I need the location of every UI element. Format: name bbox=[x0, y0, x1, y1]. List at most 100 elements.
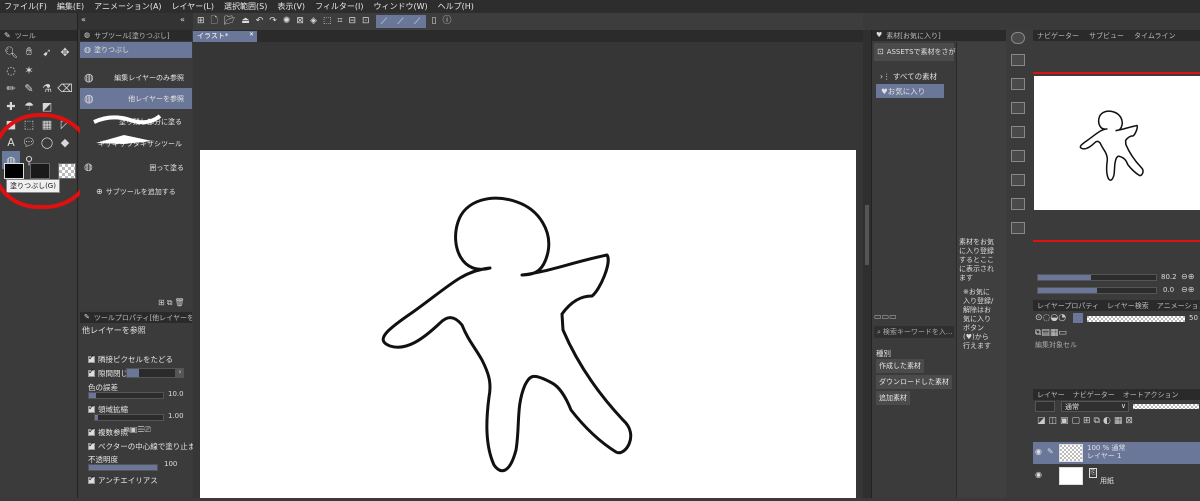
sub-tool-item[interactable]: ◍ 編集レイヤーのみ参照 bbox=[80, 67, 192, 88]
zoom-slider[interactable] bbox=[1037, 274, 1157, 281]
hand-tool-icon[interactable]: ✋︎ bbox=[20, 43, 38, 61]
canvas-tab[interactable]: イラスト* ✕ bbox=[193, 31, 257, 42]
snap-grid-icon[interactable]: ⟋ bbox=[414, 17, 420, 27]
snap-ruler-icon[interactable]: ⟋ bbox=[381, 17, 387, 27]
history-icon[interactable] bbox=[1011, 102, 1025, 114]
tab-animation[interactable]: アニメーション bbox=[1157, 301, 1200, 311]
add-sub-tool-button[interactable]: ⊕ サブツールを追加する bbox=[96, 187, 176, 197]
multi-ref-row[interactable]: 複数参照 bbox=[88, 426, 128, 438]
menu-filter[interactable]: フィルター(I) bbox=[315, 1, 363, 12]
menu-selection[interactable]: 選択範囲(S) bbox=[224, 1, 267, 12]
sub-tool-item[interactable]: ◍ 囲って塗る bbox=[80, 157, 192, 178]
item-bank-icon[interactable] bbox=[1011, 198, 1025, 210]
close-gap-row[interactable]: 隙間閉じ bbox=[88, 367, 128, 379]
fill-command-icon[interactable]: ◈ bbox=[310, 17, 317, 26]
menu-view[interactable]: 表示(V) bbox=[277, 1, 305, 12]
app-icon[interactable]: ⊞ bbox=[197, 17, 205, 26]
all-materials-item[interactable]: ›⋮ すべての素材 bbox=[880, 71, 937, 82]
menu-layer[interactable]: レイヤー(L) bbox=[172, 1, 214, 12]
menu-edit[interactable]: 編集(E) bbox=[57, 1, 84, 12]
close-icon[interactable]: ✕ bbox=[249, 31, 254, 38]
transform-icon[interactable]: ⬚ bbox=[323, 17, 332, 26]
added-materials-button[interactable]: 追加素材 bbox=[876, 391, 910, 405]
tab-navigator[interactable]: ナビゲーター bbox=[1037, 31, 1079, 41]
blend-mode-select[interactable]: 通常 ∨ bbox=[1061, 401, 1129, 412]
created-materials-button[interactable]: 作成した素材 bbox=[876, 359, 924, 373]
paper[interactable] bbox=[200, 150, 856, 498]
new-file-icon[interactable]: 🗋︎ bbox=[211, 17, 218, 26]
eraser-tool-icon[interactable]: ⌫ bbox=[56, 79, 74, 97]
material-icon[interactable] bbox=[1011, 78, 1025, 90]
canvas-scrollbar[interactable] bbox=[863, 30, 871, 498]
area-scaling-slider[interactable] bbox=[94, 414, 164, 421]
magic-wand-icon[interactable]: ✶ bbox=[20, 61, 38, 79]
tab-auto-action[interactable]: オートアクション bbox=[1123, 390, 1179, 400]
close-gap-checkbox[interactable] bbox=[88, 367, 95, 377]
menu-file[interactable]: ファイル(F) bbox=[4, 1, 47, 12]
antialias-checkbox[interactable] bbox=[88, 474, 95, 484]
menu-help[interactable]: ヘルプ(H) bbox=[438, 1, 474, 12]
color-margin-slider[interactable] bbox=[88, 392, 164, 399]
tab-timeline[interactable]: タイムライン bbox=[1134, 31, 1176, 41]
snap-toggle-group[interactable]: ⟋ ⟋ ⟋ bbox=[375, 15, 426, 28]
tab-navigator-2[interactable]: ナビゲーター bbox=[1073, 390, 1115, 400]
timeline-icon[interactable] bbox=[1011, 222, 1025, 234]
sub-tool-item[interactable]: 塗り残し部分に塗る bbox=[80, 111, 192, 132]
select-all-icon[interactable]: ⌗ bbox=[337, 17, 342, 26]
object-tool-icon[interactable]: ➹ bbox=[38, 43, 56, 61]
redo-icon[interactable]: ↷ bbox=[269, 17, 277, 26]
layer-opacity-bar[interactable] bbox=[1133, 404, 1199, 409]
eye-icon[interactable]: ◉ bbox=[1035, 448, 1042, 456]
pen-lock-icon[interactable]: ✎ bbox=[1047, 448, 1054, 456]
close-gap-selector[interactable] bbox=[126, 368, 176, 378]
material-view-icons[interactable]: ▭▭▭ bbox=[874, 312, 897, 321]
multi-ref-checkbox[interactable] bbox=[88, 426, 95, 436]
layer-toolbar-icons[interactable]: ◪◫▣▢⊞⧉◐▦⊠ bbox=[1037, 416, 1136, 426]
layer-icon[interactable] bbox=[1011, 54, 1025, 66]
layer-mask-icons[interactable]: ⧉▤▦▭ bbox=[1035, 328, 1067, 338]
material-search-input[interactable]: ⌕ 検索キーワードを入... bbox=[874, 326, 954, 338]
pen-tool-icon[interactable]: ✏ bbox=[2, 79, 20, 97]
chevron-right-icon[interactable]: › bbox=[176, 368, 184, 378]
canvas-area[interactable] bbox=[193, 42, 863, 498]
expand-icon[interactable]: « bbox=[180, 16, 185, 24]
tablet-icon[interactable]: ▯ bbox=[432, 17, 437, 26]
eye-icon[interactable]: ◉ bbox=[1035, 471, 1042, 479]
tab-layer-property[interactable]: レイヤープロパティ bbox=[1037, 301, 1099, 311]
layer-row-selected[interactable]: ◉ ✎ 100 % 通常 レイヤー 1 bbox=[1033, 442, 1200, 464]
sub-tool-footer-icons[interactable]: ⊞⧉🗑︎ bbox=[158, 298, 187, 308]
sub-tool-group-tab[interactable]: ◍ 塗りつぶし bbox=[80, 42, 192, 58]
subview-icon[interactable] bbox=[1011, 150, 1025, 162]
antialias-row[interactable]: アンチエイリアス bbox=[88, 474, 158, 486]
menu-animation[interactable]: アニメーション(A) bbox=[94, 1, 161, 12]
area-scaling-checkbox[interactable] bbox=[88, 403, 95, 413]
move-tool-icon[interactable]: ✥ bbox=[56, 43, 74, 61]
help-icon[interactable]: ⓘ bbox=[443, 17, 452, 26]
loading-icon[interactable]: ✺ bbox=[283, 17, 291, 26]
snap-special-icon[interactable]: ⟋ bbox=[397, 17, 403, 27]
vector-stop-checkbox[interactable] bbox=[88, 440, 95, 450]
deselect-icon[interactable]: ⊟ bbox=[348, 17, 356, 26]
assets-button[interactable]: ⊡ ASSETSで素材をさがす bbox=[874, 43, 963, 61]
lasso-tool-icon[interactable]: ◌ bbox=[2, 61, 20, 79]
adjacent-checkbox[interactable] bbox=[88, 353, 95, 363]
tab-subview[interactable]: サブビュー bbox=[1089, 31, 1124, 41]
downloaded-materials-button[interactable]: ダウンロードした素材 bbox=[876, 375, 952, 389]
color-wheel-icon[interactable] bbox=[1011, 32, 1025, 44]
opacity-slider[interactable] bbox=[88, 464, 158, 471]
tab-layer[interactable]: レイヤー bbox=[1037, 390, 1065, 400]
undo-icon[interactable]: ↶ bbox=[256, 17, 264, 26]
layer-mode-select[interactable] bbox=[1035, 401, 1055, 412]
zoom-tool-icon[interactable]: 🔍︎ bbox=[2, 43, 20, 61]
sub-tool-item-selected[interactable]: ◍ 他レイヤーを参照 bbox=[80, 88, 192, 109]
open-file-icon[interactable]: 📂︎ bbox=[224, 17, 235, 26]
invert-icon[interactable]: ⊡ bbox=[362, 17, 370, 26]
multi-ref-icons[interactable]: ⧉▣☰⎚ bbox=[124, 425, 182, 436]
rotate-slider[interactable] bbox=[1037, 287, 1157, 294]
decoration-tool-icon[interactable]: ✚ bbox=[2, 97, 20, 115]
adjacent-pixel-row[interactable]: 隣接ピクセルをたどる bbox=[88, 353, 173, 365]
airbrush-tool-icon[interactable]: ⚗ bbox=[38, 79, 56, 97]
info-icon[interactable] bbox=[1011, 174, 1025, 186]
navigator-preview[interactable] bbox=[1034, 76, 1200, 210]
brush-tool-icon[interactable]: ✎ bbox=[20, 79, 38, 97]
